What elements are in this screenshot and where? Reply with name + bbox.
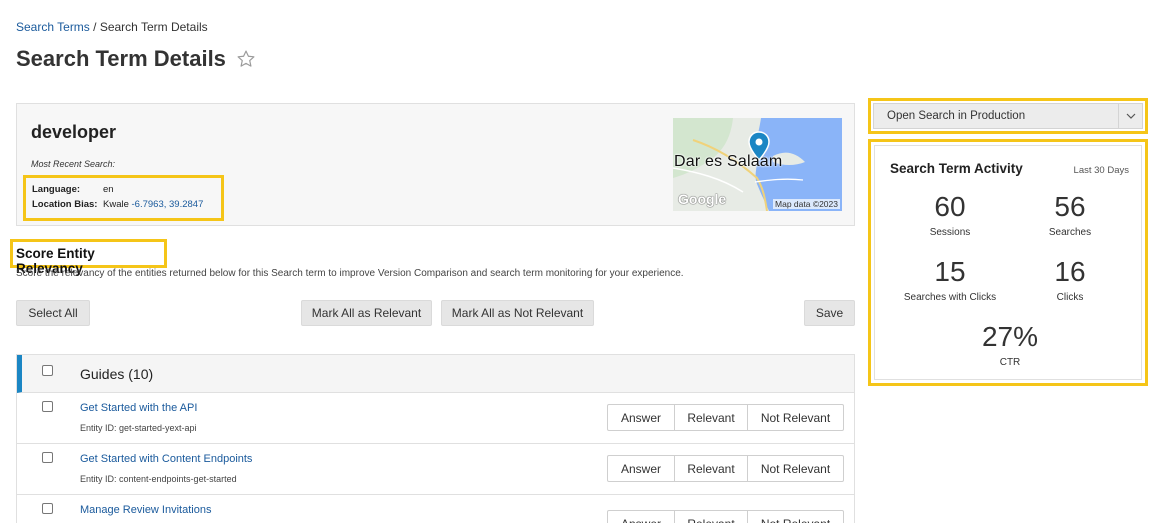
open-search-production-button[interactable]: Open Search in Production xyxy=(873,103,1143,129)
sessions-value: 60 xyxy=(934,191,966,222)
location-bias-label: Location Bias: xyxy=(32,199,98,210)
sessions-label: Sessions xyxy=(929,227,971,238)
relevancy-segment: Answer Relevant Not Relevant xyxy=(607,455,844,482)
search-term-name: developer xyxy=(31,122,117,142)
breadcrumb-current: Search Term Details xyxy=(99,20,208,34)
searches-stat: 56 Searches xyxy=(1005,191,1135,238)
location-name: Kwale xyxy=(103,199,129,210)
searches-with-clicks-stat: 15 Searches with Clicks xyxy=(885,256,1015,303)
entity-list: Guides (10) Get Started with the API Ent… xyxy=(16,354,855,523)
not-relevant-button[interactable]: Not Relevant xyxy=(748,511,843,523)
sessions-stat: 60 Sessions xyxy=(885,191,1015,238)
open-search-dropdown-highlight: Open Search in Production xyxy=(868,98,1148,134)
save-button[interactable]: Save xyxy=(804,300,855,326)
table-row: Get Started with Content Endpoints Entit… xyxy=(17,444,854,495)
clicks-label: Clicks xyxy=(1056,292,1084,303)
score-entity-relevancy-description: Score the relevancy of the entities retu… xyxy=(16,268,684,279)
entity-group-header: Guides (10) xyxy=(17,355,854,393)
page-title-row: Search Term Details xyxy=(16,46,256,72)
entity-id: Entity ID: content-endpoints-get-started xyxy=(80,474,237,484)
relevant-button[interactable]: Relevant xyxy=(675,405,748,430)
table-row: Manage Review Invitations Answer Relevan… xyxy=(17,495,854,523)
entity-name-link[interactable]: Get Started with the API xyxy=(80,402,197,414)
ctr-label: CTR xyxy=(999,357,1021,368)
answer-button[interactable]: Answer xyxy=(608,405,675,430)
searches-with-clicks-label: Searches with Clicks xyxy=(903,292,997,303)
chevron-down-icon[interactable] xyxy=(1118,104,1142,128)
ctr-stat: 27% CTR xyxy=(945,321,1075,368)
open-search-label: Open Search in Production xyxy=(887,110,1026,122)
not-relevant-button[interactable]: Not Relevant xyxy=(748,405,843,430)
entity-name-link[interactable]: Get Started with Content Endpoints xyxy=(80,453,252,465)
searches-label: Searches xyxy=(1048,227,1092,238)
page-title: Search Term Details xyxy=(16,46,226,71)
search-term-activity-highlight: Search Term Activity Last 30 Days 60 Ses… xyxy=(868,139,1148,386)
star-icon[interactable] xyxy=(236,49,256,69)
entity-id: Entity ID: get-started-yext-api xyxy=(80,423,197,433)
table-row: Get Started with the API Entity ID: get-… xyxy=(17,393,854,444)
select-all-button[interactable]: Select All xyxy=(16,300,90,326)
search-meta-box: Language: en Location Bias: Kwale -6.796… xyxy=(23,175,224,221)
breadcrumb-separator: / xyxy=(89,20,100,34)
relevancy-segment: Answer Relevant Not Relevant xyxy=(607,404,844,431)
most-recent-search-label: Most Recent Search: xyxy=(31,159,116,169)
activity-title: Search Term Activity xyxy=(890,161,1023,176)
mark-all-not-relevant-button[interactable]: Mark All as Not Relevant xyxy=(441,300,594,326)
activity-date-range: Last 30 Days xyxy=(1073,165,1129,176)
relevant-button[interactable]: Relevant xyxy=(675,511,748,523)
clicks-value: 16 xyxy=(1054,256,1086,287)
language-value: en xyxy=(103,184,114,195)
search-term-card: developer Most Recent Search: Language: … xyxy=(16,103,855,226)
score-entity-relevancy-title: Score Entity Relevancy xyxy=(10,239,167,276)
language-row: Language: en xyxy=(32,184,221,195)
row-checkbox[interactable] xyxy=(42,401,53,412)
answer-button[interactable]: Answer xyxy=(608,511,675,523)
relevancy-segment: Answer Relevant Not Relevant xyxy=(607,510,844,523)
search-term-activity-panel: Search Term Activity Last 30 Days 60 Ses… xyxy=(874,145,1142,380)
language-label: Language: xyxy=(32,184,81,195)
row-checkbox[interactable] xyxy=(42,503,53,514)
mark-all-relevant-button[interactable]: Mark All as Relevant xyxy=(301,300,432,326)
entity-name-link[interactable]: Manage Review Invitations xyxy=(80,504,211,516)
breadcrumb: Search Terms / Search Term Details xyxy=(16,20,208,34)
location-bias-row: Location Bias: Kwale -6.7963, 39.2847 xyxy=(32,199,221,210)
map-attribution: Map data ©2023 xyxy=(773,199,840,209)
google-logo: Google xyxy=(678,191,727,207)
breadcrumb-search-terms-link[interactable]: Search Terms xyxy=(16,20,90,34)
clicks-stat: 16 Clicks xyxy=(1005,256,1135,303)
entity-group-title: Guides (10) xyxy=(80,366,154,382)
not-relevant-button[interactable]: Not Relevant xyxy=(748,456,843,481)
answer-button[interactable]: Answer xyxy=(608,456,675,481)
row-checkbox[interactable] xyxy=(42,452,53,463)
searches-value: 56 xyxy=(1054,191,1086,222)
map-city-label: Dar es Salaam xyxy=(674,153,783,170)
searches-with-clicks-value: 15 xyxy=(934,256,966,287)
ctr-value: 27% xyxy=(981,321,1039,352)
location-map[interactable]: Dar es Salaam Google Map data ©2023 xyxy=(673,118,842,211)
location-coords-link[interactable]: -6.7963, 39.2847 xyxy=(132,199,204,210)
group-checkbox[interactable] xyxy=(42,365,53,376)
relevant-button[interactable]: Relevant xyxy=(675,456,748,481)
